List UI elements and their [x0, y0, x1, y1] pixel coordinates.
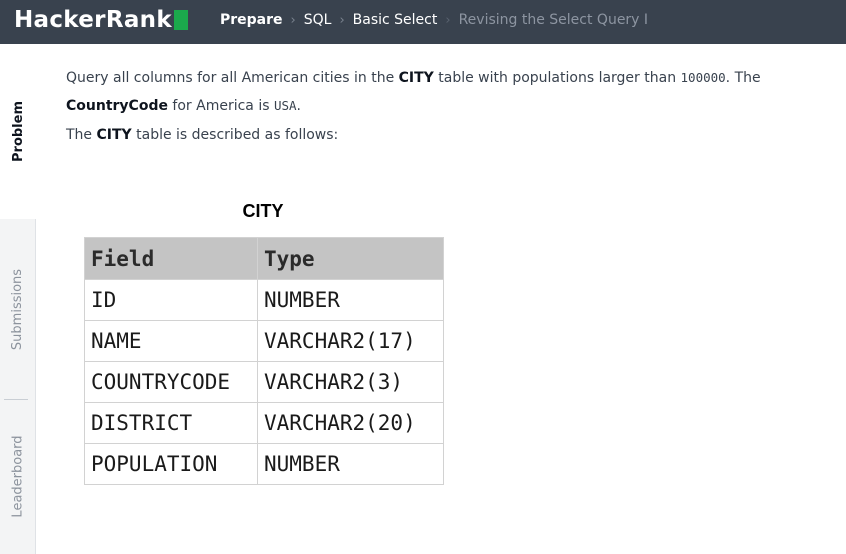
- challenge-side-tabs: Problem Submissions Leaderboard: [0, 44, 36, 554]
- text-fragment: . The: [725, 70, 761, 86]
- table-row: COUNTRYCODE VARCHAR2(3): [84, 361, 444, 403]
- tab-submissions-label: Submissions: [10, 268, 26, 350]
- chevron-right-icon: ›: [290, 12, 296, 28]
- population-threshold: 100000: [680, 70, 726, 85]
- tab-problem-label: Problem: [10, 101, 26, 162]
- logo-text: HackerRank: [14, 7, 172, 33]
- breadcrumb: Prepare › SQL › Basic Select › Revising …: [220, 0, 648, 40]
- text-fragment: table is described as follows:: [131, 127, 339, 143]
- chevron-right-icon: ›: [445, 12, 451, 28]
- text-fragment: The: [66, 127, 97, 143]
- tab-leaderboard-label: Leaderboard: [10, 435, 26, 518]
- table-row: POPULATION NUMBER: [84, 443, 444, 485]
- city-schema-table: Field Type ID NUMBER NAME VARCHAR2(17) C…: [84, 237, 444, 485]
- text-fragment: Query all columns for all American citie…: [66, 70, 399, 86]
- top-navigation-bar: HackerRank Prepare › SQL › Basic Select …: [0, 0, 846, 44]
- field-cell: POPULATION: [84, 443, 258, 485]
- table-header-row: Field Type: [84, 237, 444, 280]
- logo-green-block-icon: [173, 10, 188, 30]
- text-fragment: .: [296, 98, 301, 114]
- type-cell: NUMBER: [257, 279, 444, 321]
- field-cell: ID: [84, 279, 258, 321]
- type-cell: NUMBER: [257, 443, 444, 485]
- breadcrumb-sql[interactable]: SQL: [304, 12, 332, 28]
- tab-leaderboard[interactable]: Leaderboard: [0, 399, 36, 554]
- tab-submissions[interactable]: Submissions: [0, 219, 36, 399]
- type-cell: VARCHAR2(3): [257, 361, 444, 403]
- breadcrumb-basic-select[interactable]: Basic Select: [353, 12, 438, 28]
- text-fragment: for America is: [167, 98, 274, 114]
- column-header-type: Type: [257, 237, 444, 280]
- type-cell: VARCHAR2(17): [257, 320, 444, 362]
- problem-paragraph-1: Query all columns for all American citie…: [66, 64, 826, 120]
- column-header-field: Field: [84, 237, 258, 280]
- tab-problem[interactable]: Problem: [0, 44, 36, 219]
- type-cell: VARCHAR2(20): [257, 402, 444, 444]
- field-name: CountryCode: [66, 98, 168, 114]
- hackerrank-logo[interactable]: HackerRank: [14, 5, 188, 35]
- field-cell: COUNTRYCODE: [84, 361, 258, 403]
- field-cell: NAME: [84, 320, 258, 362]
- breadcrumb-current-challenge: Revising the Select Query I: [458, 12, 649, 28]
- table-row: DISTRICT VARCHAR2(20): [84, 402, 444, 444]
- table-caption: CITY: [242, 201, 284, 221]
- field-cell: DISTRICT: [84, 402, 258, 444]
- table-row: NAME VARCHAR2(17): [84, 320, 444, 362]
- text-fragment: table with populations larger than: [433, 70, 681, 86]
- problem-statement: Query all columns for all American citie…: [66, 64, 826, 145]
- table-row: ID NUMBER: [84, 279, 444, 321]
- problem-paragraph-2: The CITY table is described as follows:: [66, 125, 826, 145]
- table-name: CITY: [398, 70, 434, 86]
- country-code-value: USA: [273, 98, 297, 113]
- chevron-right-icon: ›: [339, 12, 345, 28]
- breadcrumb-prepare[interactable]: Prepare: [220, 12, 283, 28]
- table-name: CITY: [96, 127, 132, 143]
